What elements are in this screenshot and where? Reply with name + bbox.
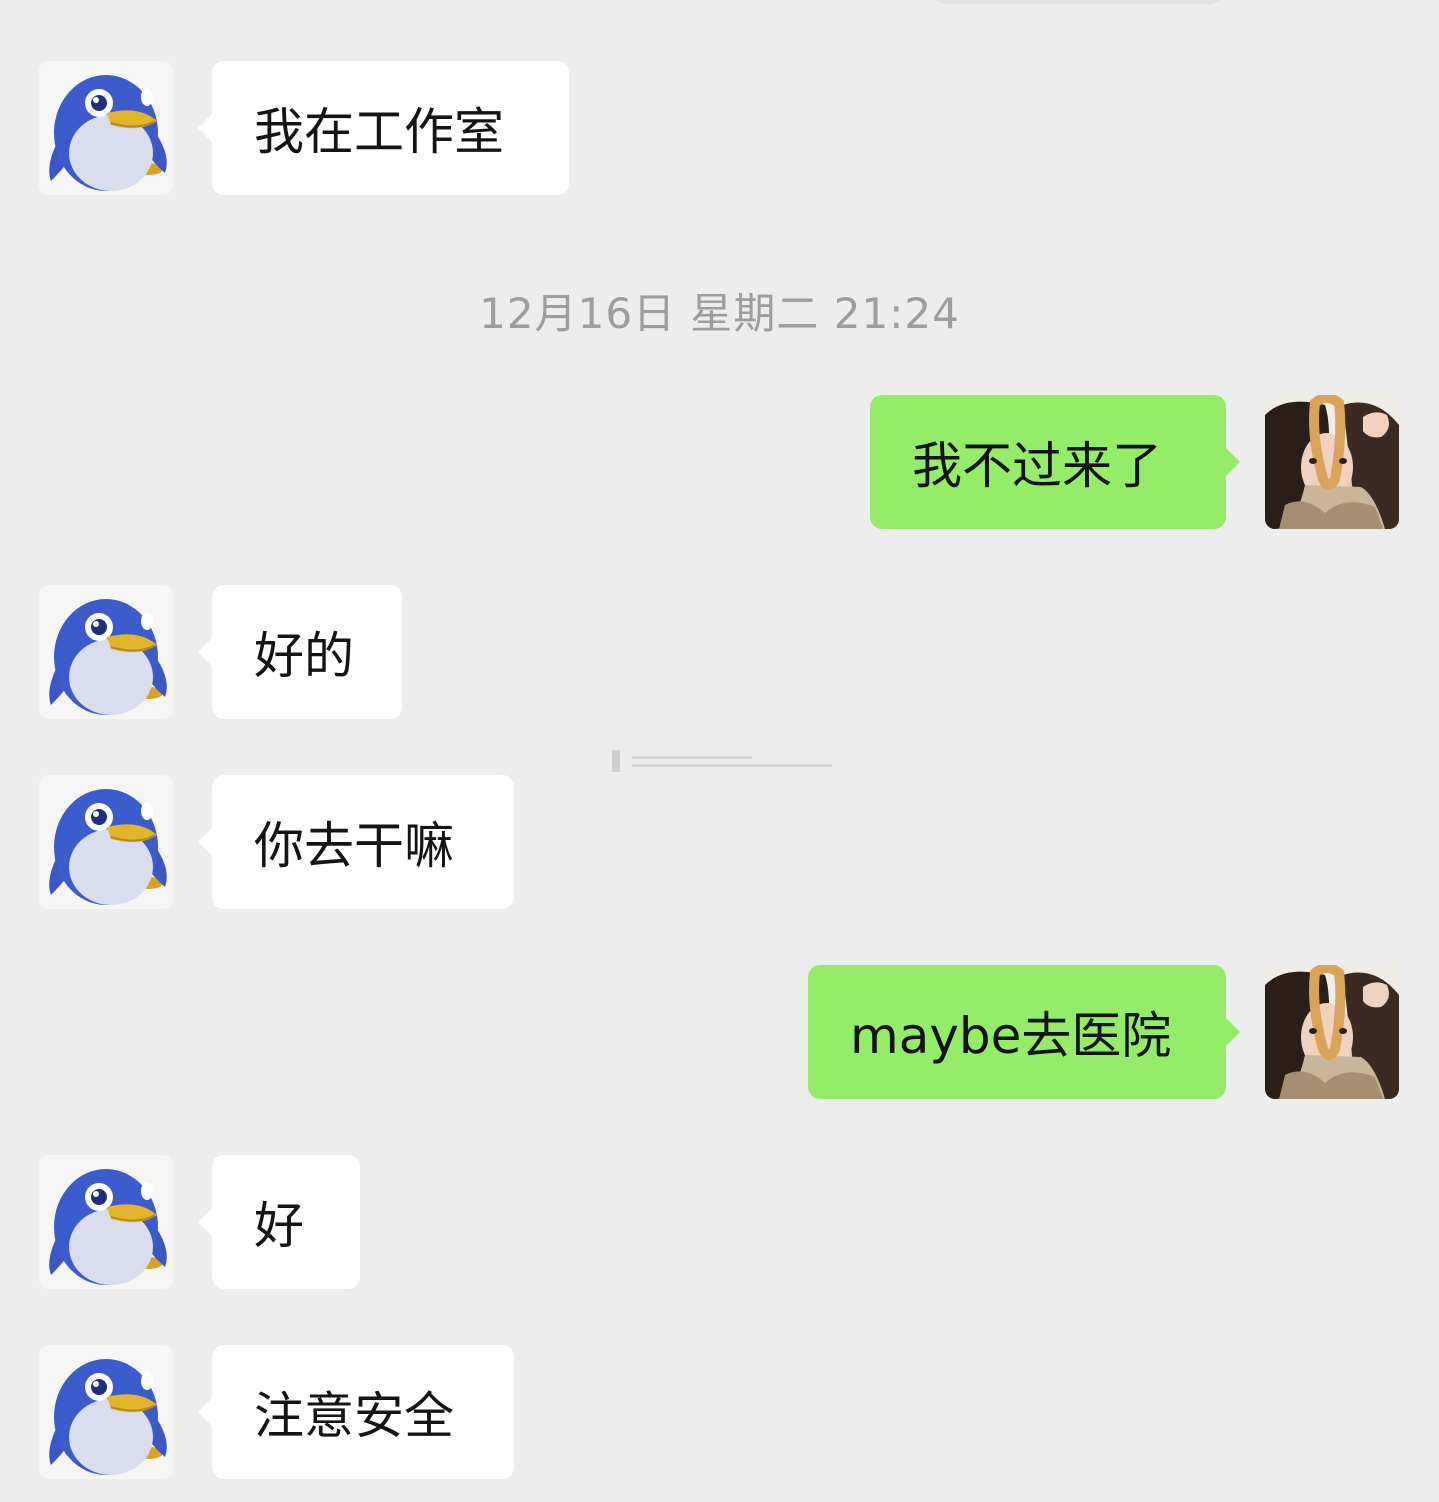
bubble-tail xyxy=(1226,1018,1240,1046)
selfie-avatar[interactable] xyxy=(1265,395,1399,529)
bubble-tail xyxy=(198,1208,212,1236)
penguin-avatar[interactable] xyxy=(39,775,173,909)
bubble-tail xyxy=(198,114,212,142)
incoming-message-bubble[interactable]: 注意安全 xyxy=(198,1345,514,1479)
outgoing-message-bubble[interactable]: 我不过来了 xyxy=(870,395,1240,529)
chat-timestamp: 12月16日 星期二 21:24 xyxy=(479,289,960,338)
penguin-avatar[interactable] xyxy=(39,585,173,719)
incoming-message-bubble[interactable]: 我在工作室 xyxy=(198,61,569,195)
bubble-tail xyxy=(198,638,212,666)
bubble-tail xyxy=(198,828,212,856)
penguin-avatar[interactable] xyxy=(39,1155,173,1289)
message-text: 我在工作室 xyxy=(254,103,504,161)
message-text: 我不过来了 xyxy=(912,437,1162,495)
bubble-tail xyxy=(198,1398,212,1426)
outgoing-message-bubble[interactable]: maybe去医院 xyxy=(808,965,1240,1099)
message-text: 你去干嘛 xyxy=(254,817,454,875)
incoming-message-bubble[interactable]: 好的 xyxy=(198,585,402,719)
previous-message-fragment xyxy=(930,0,1226,4)
watermark-smudge xyxy=(612,750,832,772)
message-text: 注意安全 xyxy=(254,1387,454,1445)
message-text: 好 xyxy=(254,1197,304,1255)
message-text: maybe去医院 xyxy=(850,1007,1172,1065)
incoming-message-bubble[interactable]: 你去干嘛 xyxy=(198,775,514,909)
incoming-message-bubble[interactable]: 好 xyxy=(198,1155,360,1289)
selfie-avatar[interactable] xyxy=(1265,965,1399,1099)
penguin-avatar[interactable] xyxy=(39,1345,173,1479)
message-text: 好的 xyxy=(254,627,354,685)
penguin-avatar[interactable] xyxy=(39,61,173,195)
bubble-tail xyxy=(1226,448,1240,476)
